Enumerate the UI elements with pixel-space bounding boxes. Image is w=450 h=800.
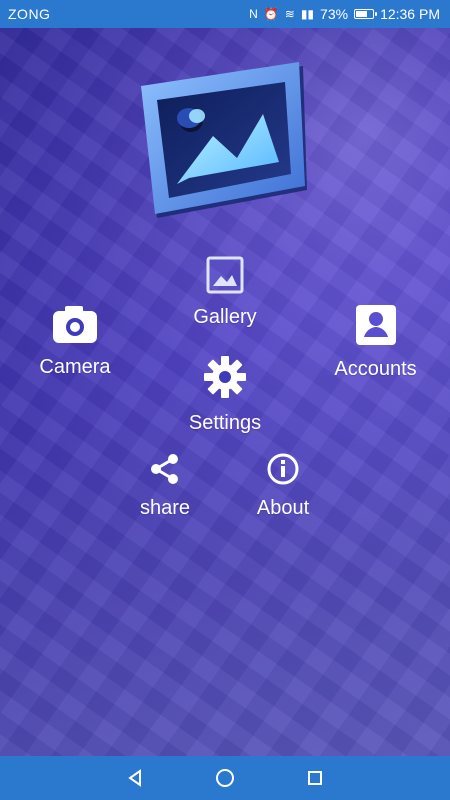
- carrier-name: ZONG: [8, 6, 51, 22]
- camera-icon: [51, 303, 99, 350]
- app-screen: ZONG N ⏰ ≋ ▮▮ 73% 12:36 PM Gallery Camer…: [0, 0, 450, 800]
- clock-time: 12:36 PM: [380, 6, 440, 22]
- info-icon: [266, 452, 300, 491]
- signal-icon: ▮▮: [300, 7, 315, 21]
- status-bar: ZONG N ⏰ ≋ ▮▮ 73% 12:36 PM: [0, 0, 450, 28]
- wifi-icon: ≋: [284, 7, 295, 21]
- app-logo: [141, 62, 307, 218]
- camera-label: Camera: [39, 356, 111, 378]
- recent-square-icon: [308, 771, 322, 785]
- about-label: About: [256, 497, 310, 519]
- share-menu-item[interactable]: share: [125, 452, 205, 520]
- back-button[interactable]: [121, 764, 149, 792]
- battery-percentage: 73%: [320, 6, 349, 22]
- nfc-icon: N: [249, 7, 258, 21]
- share-icon: [148, 452, 182, 491]
- back-triangle-icon: [128, 769, 141, 787]
- navigation-bar: [0, 756, 450, 800]
- accounts-label: Accounts: [334, 358, 417, 380]
- settings-menu-item[interactable]: Settings: [175, 353, 275, 435]
- recent-apps-button[interactable]: [301, 764, 329, 792]
- home-circle-icon: [216, 769, 234, 787]
- gear-icon: [201, 353, 249, 406]
- camera-menu-item[interactable]: Camera: [30, 303, 120, 379]
- alarm-icon: ⏰: [263, 7, 279, 21]
- gallery-label: Gallery: [193, 306, 257, 328]
- status-icons: N ⏰ ≋ ▮▮ 73% 12:36 PM: [249, 6, 450, 22]
- home-button[interactable]: [211, 764, 239, 792]
- share-label: share: [139, 497, 191, 519]
- settings-label: Settings: [188, 412, 262, 434]
- account-box-icon: [354, 303, 398, 352]
- accounts-menu-item[interactable]: Accounts: [318, 303, 433, 381]
- home-menu: Gallery Camera Accounts Settings share A…: [0, 0, 450, 800]
- battery-icon: [354, 9, 378, 19]
- gallery-menu-item[interactable]: Gallery: [185, 255, 265, 329]
- image-icon: [205, 255, 245, 300]
- about-menu-item[interactable]: About: [242, 452, 324, 520]
